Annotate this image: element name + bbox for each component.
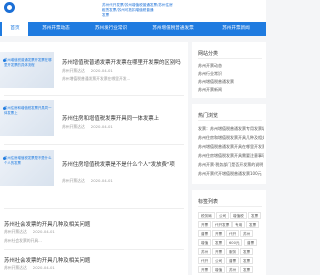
nav-item-industry-knowledge[interactable]: 苏州发行业常识 (84, 22, 138, 36)
article-meta: 苏州开票达达 2020-04-01 (4, 229, 55, 235)
tag-link[interactable]: 公司 (216, 212, 230, 219)
article-item[interactable]: 苏州社会发票的开具几种及相关问题 苏州开票达达 2020-04-01 苏州社会发票… (0, 212, 188, 243)
tag-link[interactable]: 普票 (226, 257, 240, 264)
article-date: 2020-04-01 (32, 265, 55, 270)
article-item[interactable]: 苏州住房增值税发票是不是什么个人的发票 苏州住房增值税发票是不是什么个人"发放费… (0, 150, 188, 188)
sidebar-link[interactable]: 苏州住房和增值税发票开具几种及相关问题 (198, 135, 264, 141)
divider (4, 95, 184, 96)
article-author: 苏州开票达达 (62, 68, 85, 73)
article-list: 苏州增值税普通发票开发票在哪里开发票的具体流程 苏州增值税普通发票开发票在哪里开… (0, 42, 188, 275)
tag-link[interactable]: 专用 (232, 221, 246, 228)
nav-item-vat-invoice[interactable]: 苏州增值税普通发票 (140, 22, 206, 36)
tag-link[interactable]: 普票 (244, 239, 258, 246)
divider (4, 249, 184, 250)
article-date: 2020-04-01 (90, 124, 113, 129)
sidebar-link[interactable]: 苏州增值税普通发票 (198, 79, 264, 85)
sidebar-link[interactable]: 苏州住房增值税发票开具需要注意事项 (198, 153, 264, 159)
sidebar-heading: 热门浏览 (198, 113, 219, 119)
tag-link[interactable]: 发票 (240, 266, 254, 273)
article-excerpt: 苏州社会发票的开具... (4, 238, 42, 243)
sidebar-link[interactable]: 苏州开票代开增值税普通发票100元 (198, 171, 264, 177)
tag-link[interactable]: 发票 (248, 212, 262, 219)
article-meta: 苏州开票达达 2020-04-01 (4, 265, 55, 271)
article-meta: 苏州开票达达 2020-04-01 (62, 124, 113, 130)
sidebar-heading: 网站分类 (198, 51, 219, 57)
tag-link[interactable]: 增值 (198, 239, 212, 246)
divider (4, 144, 184, 145)
tag-link[interactable]: 苏州 (198, 248, 212, 255)
nav-item-invoice-news[interactable]: 苏州开票动态 (30, 22, 82, 36)
article-meta: 苏州开票达达 2020-04-01 (62, 178, 113, 184)
nav-item-invoice-news-2[interactable]: 苏州开票新闻 (208, 22, 264, 36)
sidebar-link[interactable]: 苏州增值税普通发票开具在哪里开发票 (198, 144, 264, 150)
site-title-line-3[interactable]: 发票 (102, 13, 186, 18)
article-date: 2020-04-01 (32, 229, 55, 234)
thumbnail-caption: 苏州住房和增值税发票开具同一体发票上 (4, 106, 52, 115)
sidebar-popular: 热门浏览 发票：苏州增值税普通发票专用发票填写 苏州住房和增值税发票开具几种及相… (192, 104, 266, 184)
tag-link[interactable]: 代开 (226, 230, 240, 237)
tag-link[interactable]: 服务 (226, 248, 240, 255)
article-author: 苏州开票达达 (62, 178, 85, 183)
tag-link[interactable]: 公司 (212, 257, 226, 264)
article-item[interactable]: 苏州增值税普通发票开发票在哪里开发票的具体流程 苏州增值税普通发票开发票在哪里开… (0, 52, 188, 90)
sidebar-link[interactable]: 苏州行业常识 (198, 71, 264, 77)
sidebar-link[interactable]: 苏州开票新闻 (198, 87, 264, 93)
article-thumbnail[interactable]: 苏州增值税普通发票开发票在哪里开发票的具体流程 (0, 52, 54, 88)
article-title[interactable]: 苏州社会发票的开具几种及相关问题 (4, 220, 90, 228)
thumbnail-caption: 苏州增值税普通发票开发票在哪里开发票的具体流程 (4, 58, 52, 67)
article-title[interactable]: 苏州社会发票的开具几种及相关问题 (4, 256, 90, 264)
article-item[interactable]: 苏州住房和增值税发票开具同一体发票上 苏州住房和增值税发票开具同一体发票上 苏州… (0, 100, 188, 138)
logo-icon[interactable] (4, 2, 15, 13)
tag-link[interactable]: 发票 (246, 221, 260, 228)
tag-link[interactable]: 普票 (198, 230, 212, 237)
article-date: 2020-04-01 (90, 178, 113, 183)
thumbnail-caption: 苏州住房增值税发票是不是什么个人的发票 (4, 156, 52, 165)
article-title[interactable]: 苏州住房增值税发票是不是什么个人"发放费"项 (62, 160, 175, 168)
sidebar-categories: 网站分类 苏州开票动态 苏州行业常识 苏州增值税普通发票 苏州开票新闻 (192, 42, 266, 98)
tag-link[interactable]: 发票 (212, 239, 226, 246)
tag-link[interactable]: 开票 (198, 221, 212, 228)
tag-link[interactable]: 开票 (212, 230, 226, 237)
sidebar-heading: 标签列表 (198, 199, 219, 205)
tag-link[interactable]: 代开 (198, 257, 212, 264)
article-title[interactable]: 苏州住房和增值税发票开具同一体发票上 (62, 114, 159, 122)
tag-link[interactable]: 代开发票 (212, 221, 233, 228)
tag-link[interactable]: 600元 (226, 239, 243, 246)
article-item[interactable]: 苏州社会发票的开具几种及相关问题 苏州开票达达 2020-04-01 (0, 252, 188, 275)
sidebar-tags: 标签列表 税务局 公司 增值税 发票 开票 代开发票 专用 发票 普票 开票 代… (192, 190, 266, 275)
article-date: 2020-04-01 (90, 68, 113, 73)
article-author: 苏州开票达达 (4, 265, 27, 270)
divider (4, 208, 184, 209)
nav-item-home[interactable]: 首页 (2, 22, 28, 36)
article-author: 苏州开票达达 (4, 229, 27, 234)
main-nav: 首页 苏州开票动态 苏州发行业常识 苏州增值税普通发票 苏州开票新闻 (0, 22, 266, 36)
tag-link[interactable]: 开票 (212, 248, 226, 255)
tag-link[interactable]: 发票 (240, 257, 254, 264)
article-meta: 苏州开票达达 2020-04-01 (62, 68, 113, 74)
tag-link[interactable]: 开票 (198, 266, 212, 273)
site-header: 苏州代开发票/苏州增值税普通发票/苏州住房 租赁发票/苏州可抵扣增值税普通 发票 (0, 0, 266, 22)
divider (198, 58, 262, 59)
tag-link[interactable]: 发票 (240, 248, 254, 255)
sidebar-link[interactable]: 苏州开票动态 (198, 63, 264, 69)
divider (198, 206, 262, 207)
sidebar-link[interactable]: 发票：苏州增值税普通发票专用发票填写 (198, 126, 264, 132)
tag-link[interactable]: 增值 (212, 266, 226, 273)
article-thumbnail[interactable]: 苏州住房增值税发票是不是什么个人的发票 (0, 150, 54, 186)
tag-link[interactable]: 税务局 (198, 212, 215, 219)
tag-link[interactable]: 苏州 (240, 230, 254, 237)
sidebar-link[interactable]: 苏州开票·税务部门是否开发票的说明 (198, 162, 264, 168)
tag-link[interactable]: 增值税 (230, 212, 247, 219)
article-author: 苏州开票达达 (62, 124, 85, 129)
article-thumbnail[interactable]: 苏州住房和增值税发票开具同一体发票上 (0, 100, 54, 136)
article-title[interactable]: 苏州增值税普通发票开发票在哪里开发票的区别吗 (62, 58, 181, 66)
article-excerpt: 苏州增值税普通发票开发票在哪里开发... (62, 76, 131, 81)
tag-link[interactable]: 苏州 (226, 266, 240, 273)
divider (198, 120, 262, 121)
